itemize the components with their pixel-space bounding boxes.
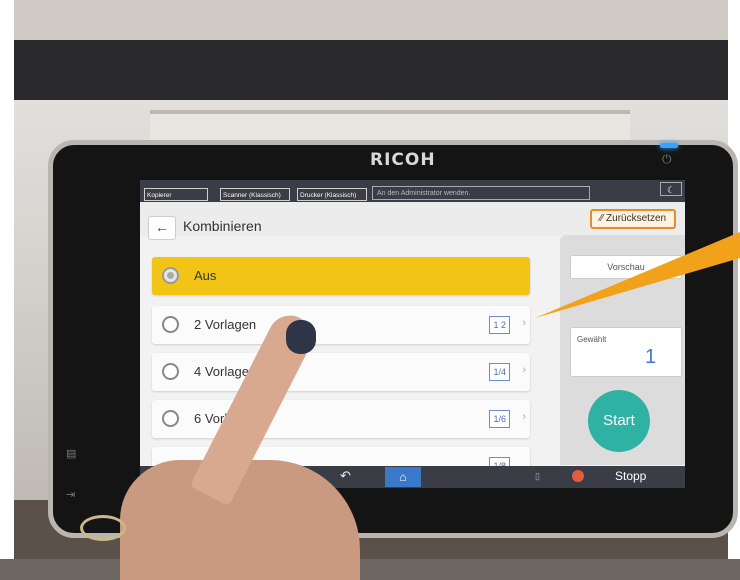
home-button[interactable]: ⌂: [385, 467, 421, 487]
option-label: Aus: [194, 268, 217, 283]
reset-button[interactable]: ⁄⁄ Zurücksetzen: [590, 209, 676, 229]
back-button[interactable]: ←: [148, 216, 176, 240]
fingernail: [286, 320, 316, 354]
side-login-icon[interactable]: ⇥: [66, 488, 78, 501]
combine-6-icon: 1/6: [489, 410, 510, 428]
printer-panel: [14, 40, 728, 100]
message-field[interactable]: An den Administrator wenden.: [372, 186, 590, 200]
option-4-vorlagen[interactable]: 4 Vorlagen 1/4 ›: [152, 353, 530, 391]
brand-logo: RICOH: [370, 150, 436, 170]
selected-label: Gewählt: [577, 335, 607, 344]
tab-drucker[interactable]: Drucker (Klassisch): [297, 188, 367, 201]
chevron-right-icon: ›: [522, 411, 526, 423]
combine-2-icon: 1 2: [489, 316, 510, 334]
printer-slot: [150, 110, 630, 144]
radio-icon: [162, 363, 179, 380]
back-arrow-icon[interactable]: ↶: [340, 468, 351, 484]
option-aus[interactable]: Aus: [152, 257, 530, 295]
option-2-vorlagen[interactable]: 2 Vorlagen 1 2 ›: [152, 306, 530, 344]
menu-icon[interactable]: ▯: [535, 471, 540, 482]
stop-button[interactable]: Stopp: [615, 469, 646, 483]
ring: [80, 515, 126, 541]
selected-count: 1: [645, 346, 657, 368]
side-key-icon[interactable]: ▤: [66, 447, 78, 460]
tab-kopierer[interactable]: Kopierer (Klassisch): [144, 188, 208, 212]
page-title: Kombinieren: [183, 218, 262, 234]
combine-4-icon: 1/4: [489, 363, 510, 381]
printer-top: [14, 0, 728, 40]
energy-saver-icon[interactable]: ☾: [660, 182, 682, 196]
reset-label: Zurücksetzen: [606, 213, 667, 224]
preview-button[interactable]: Vorschau: [570, 255, 682, 279]
image-frame-left: [0, 0, 14, 559]
power-led: [660, 143, 678, 148]
power-icon[interactable]: ⏻: [662, 152, 672, 167]
start-button[interactable]: Start: [588, 390, 650, 452]
option-6-vorlagen[interactable]: 6 Vorlagen 1/6 ›: [152, 400, 530, 438]
radio-icon: [162, 267, 179, 284]
radio-icon: [162, 316, 179, 333]
radio-icon: [162, 410, 179, 427]
chevron-right-icon: ›: [522, 317, 526, 329]
tab-scanner[interactable]: Scanner (Klassisch): [220, 188, 290, 201]
stop-icon[interactable]: [572, 470, 584, 482]
option-label: 2 Vorlagen: [194, 317, 257, 332]
chevron-right-icon: ›: [522, 364, 526, 376]
